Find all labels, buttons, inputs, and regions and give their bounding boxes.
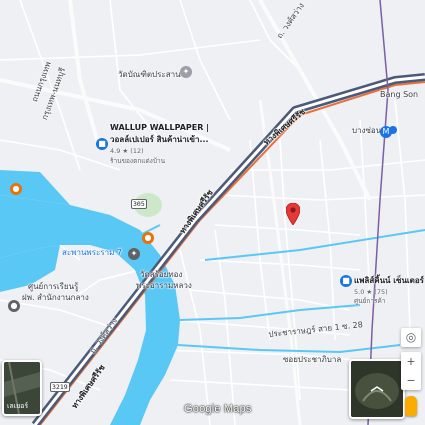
my-location-control[interactable]: ◎ [401,328,421,347]
district-office-icon[interactable]: ● [8,300,20,312]
bridge-label: สะพานพระราม 7 [62,248,122,257]
google-maps-logo: Google Maps [184,403,252,415]
station-icon[interactable]: M [380,126,392,138]
soi-label-prachrat: ซอยประชาภิบาล [283,355,342,364]
street-view-image [351,361,403,417]
temple-river-icon[interactable]: ✦ [128,248,140,260]
restaurant-icon[interactable]: ● [142,232,154,244]
shopping-bag-icon[interactable]: ■ [340,275,352,287]
location-pin-icon[interactable] [286,203,300,225]
station-label: บางซ่อน [352,126,382,135]
my-location-icon[interactable]: ◎ [401,328,421,347]
poi-wallup-name-2[interactable]: วอลล์เปเปอร์ สินค้าน่าเข้า... [110,135,209,145]
layers-label: เลเยอร์ [7,402,29,410]
poi-shop-right-rating: 5.0 ★ (75) [354,288,388,296]
street-view-preview[interactable] [349,359,405,419]
shopping-bag-icon[interactable]: ■ [96,138,108,150]
zoom-control: + − [401,352,421,390]
poi-shop-right-name[interactable]: แพลิส์คิ้นน์ เซ็นเตอร์ [354,276,424,286]
pegman-icon[interactable] [405,396,417,416]
route-label-top-right: Bang Son [380,90,419,99]
poi-shop-right-category: ศูนย์การค้า [354,297,386,305]
zoom-out-button[interactable]: − [401,371,421,390]
temple-label: วัดบัณฑิตประสาน [118,70,181,79]
poi-wallup-name[interactable]: WALLUP WALLPAPER | [110,123,209,133]
route-shield-3219: 3219 [50,382,70,392]
district-office-label: ศูนย์การเรียนรู้ [28,282,79,291]
temple-river-label: วัดสร้อยทอง [140,270,183,279]
poi-wallup-rating: 4.9 ★ (12) [110,147,144,155]
district-office-label-2: ฝพ. สำนักงานกลาง [22,293,89,302]
map-canvas[interactable]: ถ. วงศ์สว่าง ถนนกรุงเทพ กรุงเทพ-นนทบุรี … [0,0,425,425]
route-shield-305: 305 [131,199,147,209]
zoom-in-button[interactable]: + [401,352,421,371]
temple-river-label-2: พระอารามหลวง [136,281,192,290]
temple-icon[interactable]: ✦ [180,66,192,78]
small-place-icon[interactable]: ● [10,183,22,195]
poi-wallup-category: ร้านของตกแต่งบ้าน [110,157,166,165]
layers-button[interactable]: เลเยอร์ [2,360,42,416]
